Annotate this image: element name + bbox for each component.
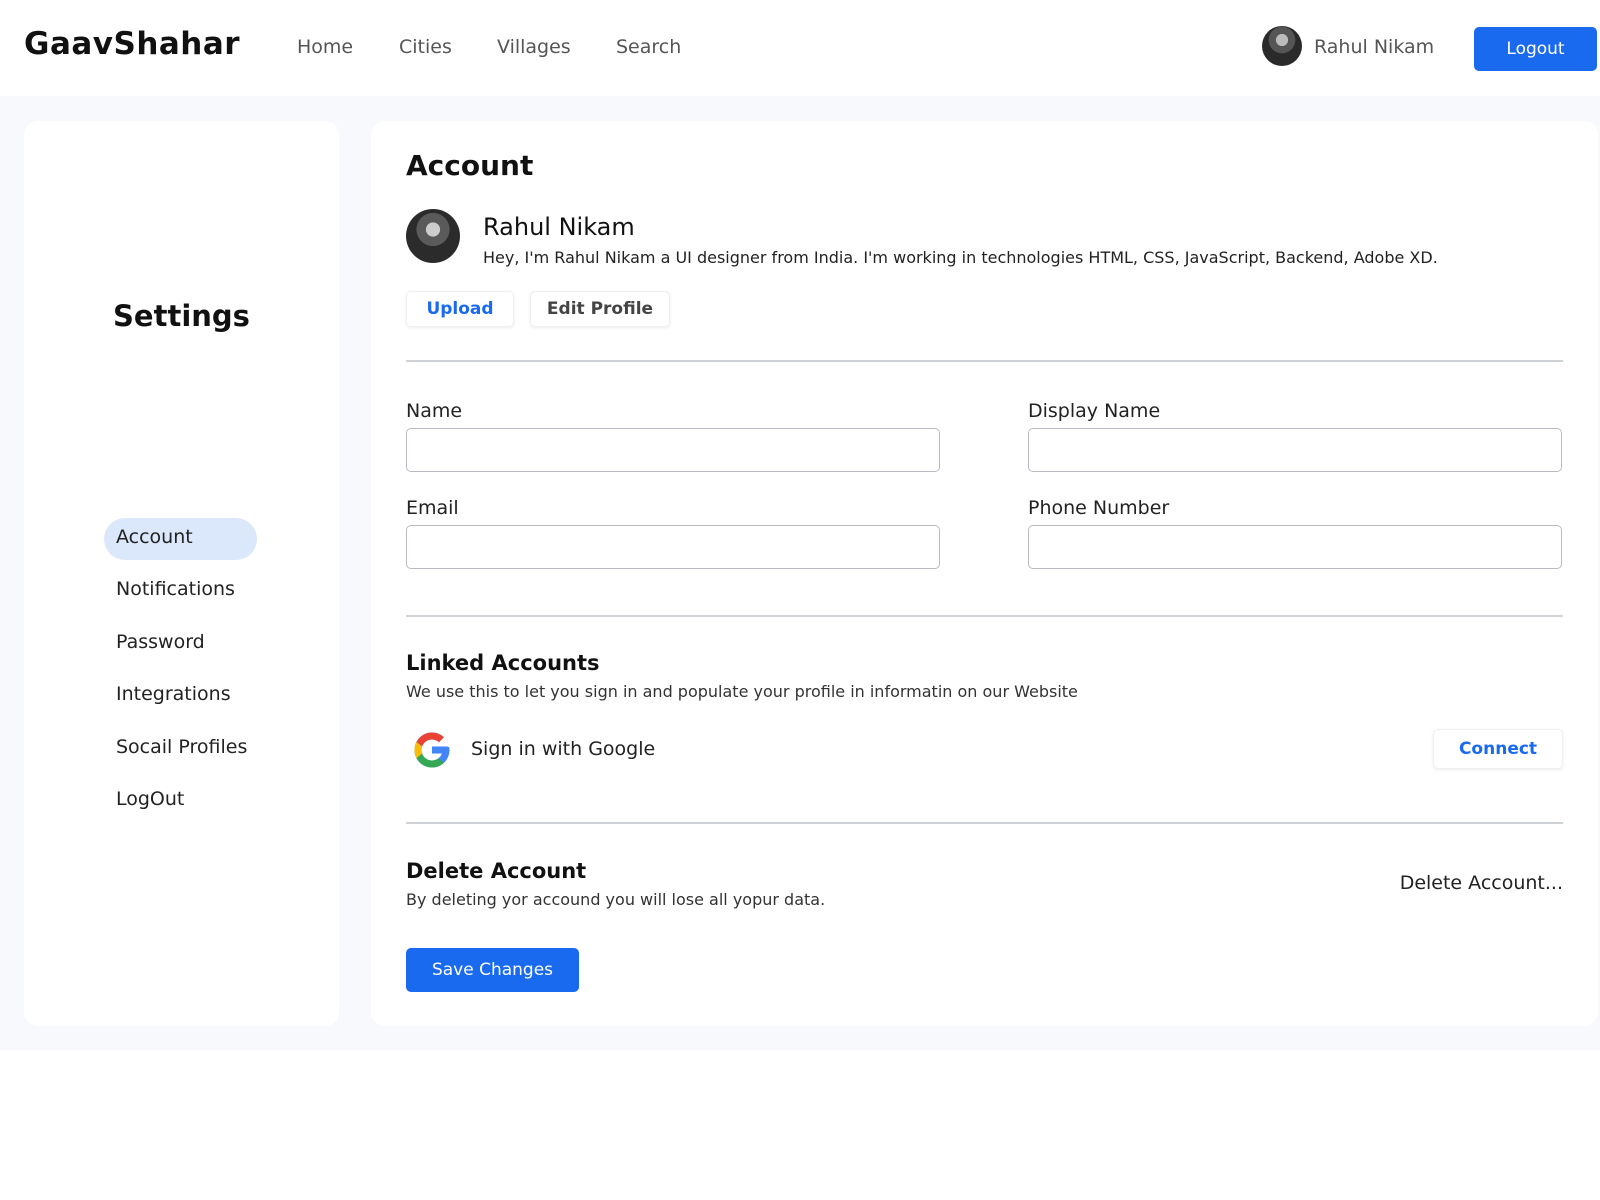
- linked-accounts-description: We use this to let you sign in and popul…: [406, 682, 1078, 701]
- sidebar-item-account[interactable]: Account: [104, 518, 257, 560]
- nav-link-cities[interactable]: Cities: [399, 36, 452, 58]
- phone-input[interactable]: [1028, 525, 1562, 569]
- sidebar-item-password[interactable]: Password: [104, 623, 217, 665]
- user-avatar[interactable]: [1262, 26, 1302, 66]
- sidebar-item-social-profiles[interactable]: Socail Profiles: [104, 728, 259, 770]
- account-panel: Account Rahul Nikam Hey, I'm Rahul Nikam…: [371, 121, 1598, 1026]
- name-label: Name: [406, 400, 463, 422]
- profile-bio: Hey, I'm Rahul Nikam a UI designer from …: [483, 248, 1438, 267]
- upload-button[interactable]: Upload: [406, 291, 514, 327]
- delete-account-link[interactable]: Delete Account...: [1400, 872, 1563, 894]
- nav-link-home[interactable]: Home: [297, 36, 353, 58]
- display-name-label: Display Name: [1028, 400, 1161, 422]
- edit-profile-button[interactable]: Edit Profile: [530, 291, 670, 327]
- sidebar-item-logout[interactable]: LogOut: [104, 780, 196, 822]
- profile-avatar: [406, 209, 460, 263]
- save-changes-button[interactable]: Save Changes: [406, 948, 579, 992]
- divider: [406, 822, 1563, 824]
- sidebar-item-notifications[interactable]: Notifications: [104, 570, 247, 612]
- sidebar-title: Settings: [113, 299, 250, 333]
- email-label: Email: [406, 497, 459, 519]
- email-input[interactable]: [406, 525, 940, 569]
- name-input[interactable]: [406, 428, 940, 472]
- delete-account-title: Delete Account: [406, 859, 587, 883]
- google-icon: [414, 732, 450, 768]
- logout-button[interactable]: Logout: [1474, 27, 1597, 71]
- phone-label: Phone Number: [1028, 497, 1170, 519]
- divider: [406, 615, 1563, 617]
- linked-accounts-title: Linked Accounts: [406, 651, 600, 675]
- settings-sidebar: Settings Account Notifications Password …: [24, 121, 339, 1026]
- connect-google-button[interactable]: Connect: [1433, 729, 1563, 769]
- top-navbar: GaavShahar Home Cities Villages Search R…: [0, 0, 1600, 96]
- brand-logo[interactable]: GaavShahar: [24, 26, 240, 62]
- nav-link-search[interactable]: Search: [616, 36, 681, 58]
- display-name-input[interactable]: [1028, 428, 1562, 472]
- page-title: Account: [406, 149, 534, 182]
- google-sign-in-label: Sign in with Google: [471, 738, 656, 760]
- divider: [406, 360, 1563, 362]
- sidebar-item-integrations[interactable]: Integrations: [104, 675, 243, 717]
- profile-name: Rahul Nikam: [483, 213, 635, 241]
- nav-user-name[interactable]: Rahul Nikam: [1314, 36, 1434, 58]
- delete-account-description: By deleting yor accound you will lose al…: [406, 890, 826, 909]
- nav-link-villages[interactable]: Villages: [497, 36, 571, 58]
